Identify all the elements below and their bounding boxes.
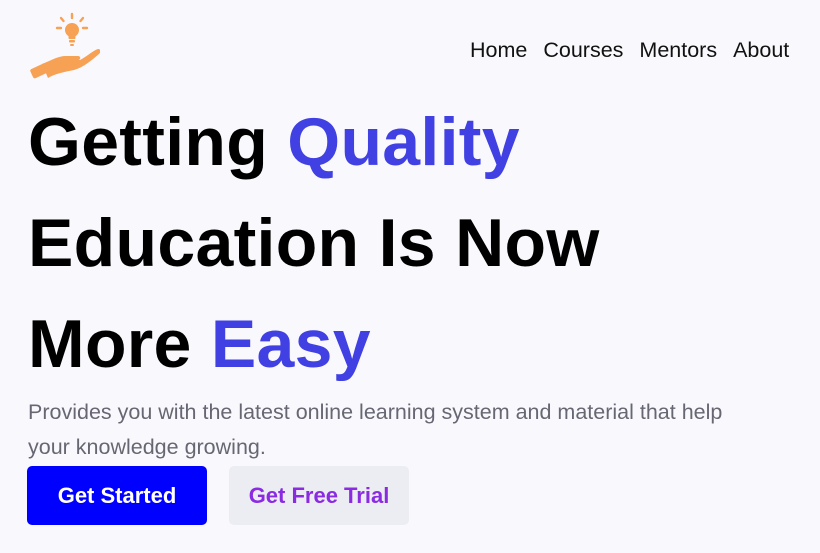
lightbulb-hand-icon xyxy=(30,12,101,79)
hero-title-line-3: More Easy xyxy=(28,294,600,395)
hero-title-accent-quality: Quality xyxy=(287,104,520,180)
logo[interactable] xyxy=(28,12,101,82)
nav-home-link[interactable]: Home xyxy=(470,36,527,64)
nav-mentors-link[interactable]: Mentors xyxy=(639,36,717,64)
main-nav: Home Courses Mentors About xyxy=(470,36,820,64)
get-free-trial-button[interactable]: Get Free Trial xyxy=(229,466,409,525)
hero-subtitle: Provides you with the latest online lear… xyxy=(28,400,723,459)
hero-title-text: Getting xyxy=(28,104,288,180)
hero-title: Getting Quality Education Is Now More Ea… xyxy=(28,92,600,395)
hero-title-line-2: Education Is Now xyxy=(28,205,600,281)
hero-title-accent-easy: Easy xyxy=(210,306,371,382)
hero-title-text: More xyxy=(28,306,211,382)
nav-about-link[interactable]: About xyxy=(733,36,789,64)
get-started-button[interactable]: Get Started xyxy=(27,466,207,525)
hero-title-line-1: Getting Quality xyxy=(28,92,600,193)
nav-courses-link[interactable]: Courses xyxy=(543,36,623,64)
